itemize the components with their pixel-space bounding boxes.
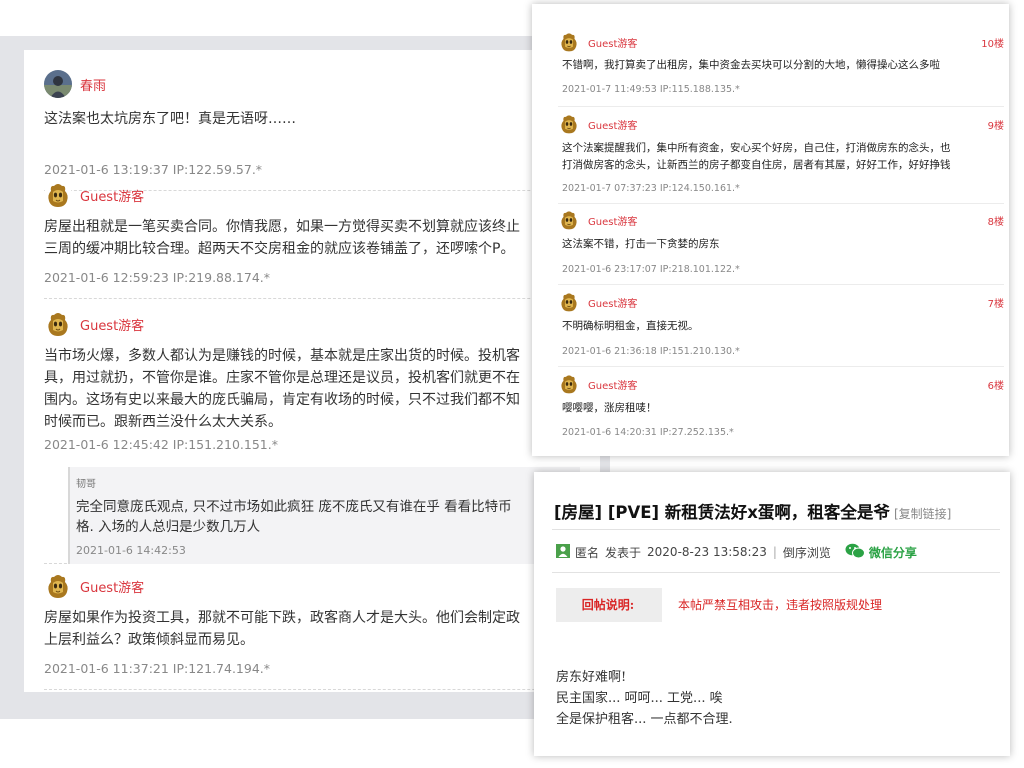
guest-avatar-icon — [44, 181, 72, 209]
post-title-text: [房屋] [PVE] 新租赁法好x蛋啊，租客全是爷 — [554, 503, 890, 522]
guest-avatar-icon — [558, 31, 580, 53]
copy-link-button[interactable]: [复制链接] — [894, 507, 951, 521]
comment-divider — [558, 284, 1004, 285]
posted-at: 2020-8-23 13:58:23 — [647, 545, 767, 559]
comment-username[interactable]: Guest游客 — [80, 577, 144, 596]
guest-avatar-icon — [44, 572, 72, 600]
comment-text: 这法案也太坑房东了吧！真是无语呀…… — [44, 111, 296, 127]
comment-meta: 2021-01-6 12:45:42 IP:151.210.151.* — [44, 437, 278, 452]
guest-avatar-icon — [558, 373, 580, 395]
comment-username[interactable]: Guest游客 — [80, 315, 144, 334]
comment-username[interactable]: Guest游客 — [80, 186, 144, 205]
floor-number: 7楼 — [987, 298, 1004, 310]
comment-meta: 2021-01-6 12:59:23 IP:219.88.174.* — [44, 270, 271, 285]
post-author[interactable]: 匿名 — [575, 544, 599, 561]
comment-username[interactable]: 春雨 — [80, 75, 106, 94]
comment-meta: 2021-01-6 11:37:21 IP:121.74.194.* — [44, 661, 271, 676]
wechat-icon[interactable] — [845, 543, 865, 562]
title-divider — [552, 529, 1000, 530]
floor-number: 8楼 — [987, 216, 1004, 228]
wechat-share-button[interactable]: 微信分享 — [869, 544, 917, 561]
floor-number: 9楼 — [987, 120, 1004, 132]
comment-text: 不明确标明租金，直接无视。 — [562, 320, 699, 332]
user-avatar[interactable] — [44, 70, 72, 98]
quoted-reply: 韧哥 完全同意庞氏观点, 只不过市场如此疯狂 庞不庞氏又有谁在乎 看看比特币 格… — [68, 467, 580, 564]
comment-divider — [44, 689, 600, 690]
comment-text: 房屋如果作为投资工具，那就不可能下跌，政客商人才是大头。他们会制定政 上层利益么… — [44, 610, 520, 648]
right-comment-thread: Guest游客 10楼 不错啊，我打算卖了出租房，集中资金去买块可以分割的大地，… — [532, 4, 1009, 456]
comment-divider — [44, 298, 600, 299]
meta-rule — [552, 572, 1000, 573]
notice-text: 本帖严禁互相攻击，违者按照版规处理 — [662, 588, 1000, 622]
comment-username[interactable]: Guest游客 — [588, 213, 637, 228]
post-title: [房屋] [PVE] 新租赁法好x蛋啊，租客全是爷 [复制链接] — [554, 499, 951, 523]
post-body: 房东好难啊! 民主国家... 呵呵... 工党... 唉 全是保护租客... 一… — [556, 670, 733, 727]
comment-divider — [558, 106, 1004, 107]
comment-text: 这法案不错，打击一下贪婪的房东 — [562, 238, 720, 250]
post-meta: 匿名 发表于 2020-8-23 13:58:23 | 倒序浏览 微信分享 — [556, 542, 917, 562]
guest-avatar-icon — [558, 209, 580, 231]
guest-avatar-icon — [558, 291, 580, 313]
comment-text: 房屋出租就是一笔买卖合同。你情我愿，如果一方觉得买卖不划算就应该终止 三周的缓冲… — [44, 219, 520, 257]
reverse-browse-link[interactable]: 倒序浏览 — [783, 544, 831, 561]
comment-username[interactable]: Guest游客 — [588, 117, 637, 132]
posted-label: 发表于 — [605, 545, 642, 560]
comment-meta: 2021-01-7 11:49:53 IP:115.188.135.* — [562, 84, 740, 95]
comment-username[interactable]: Guest游客 — [588, 295, 637, 310]
quote-author[interactable]: 韧哥 — [76, 475, 96, 490]
guest-avatar-icon — [558, 113, 580, 135]
comment-text: 这个法案提醒我们，集中所有资金，安心买个好房，自己住，打消做房东的念头，也 打消… — [562, 142, 951, 171]
guest-avatar-icon — [44, 310, 72, 338]
user-icon — [556, 543, 570, 561]
floor-number: 6楼 — [987, 380, 1004, 392]
comment-divider — [558, 366, 1004, 367]
comment-text: 当市场火爆，多数人都认为是赚钱的时候，基本就是庄家出货的时候。投机客 具，用过就… — [44, 348, 520, 430]
reply-notice: 回帖说明: 本帖严禁互相攻击，违者按照版规处理 — [556, 588, 1000, 622]
comment-meta: 2021-01-6 13:19:37 IP:122.59.57.* — [44, 162, 263, 177]
left-comment-thread: 春雨 这法案也太坑房东了吧！真是无语呀…… 2021-01-6 13:19:37… — [24, 50, 600, 692]
post-panel: [房屋] [PVE] 新租赁法好x蛋啊，租客全是爷 [复制链接] 匿名 发表于 2… — [534, 472, 1010, 756]
quote-meta: 2021-01-6 14:42:53 — [76, 544, 186, 557]
comment-meta: 2021-01-6 23:17:07 IP:218.101.122.* — [562, 264, 740, 275]
comment-meta: 2021-01-7 07:37:23 IP:124.150.161.* — [562, 183, 740, 194]
quote-text: 完全同意庞氏观点, 只不过市场如此疯狂 庞不庞氏又有谁在乎 看看比特币 格. 入… — [76, 499, 512, 535]
floor-number: 10楼 — [981, 38, 1004, 50]
comment-username[interactable]: Guest游客 — [588, 35, 637, 50]
comment-text: 嘤嘤嘤，涨房租唛！ — [562, 402, 657, 414]
meta-divider: | — [772, 545, 777, 559]
comment-divider — [558, 203, 1004, 204]
comment-meta: 2021-01-6 14:20:31 IP:27.252.135.* — [562, 427, 734, 438]
notice-label: 回帖说明: — [581, 598, 635, 612]
comment-username[interactable]: Guest游客 — [588, 377, 637, 392]
comment-meta: 2021-01-6 21:36:18 IP:151.210.130.* — [562, 346, 740, 357]
comment-text: 不错啊，我打算卖了出租房，集中资金去买块可以分割的大地，懒得操心这么多啦 — [562, 59, 940, 71]
